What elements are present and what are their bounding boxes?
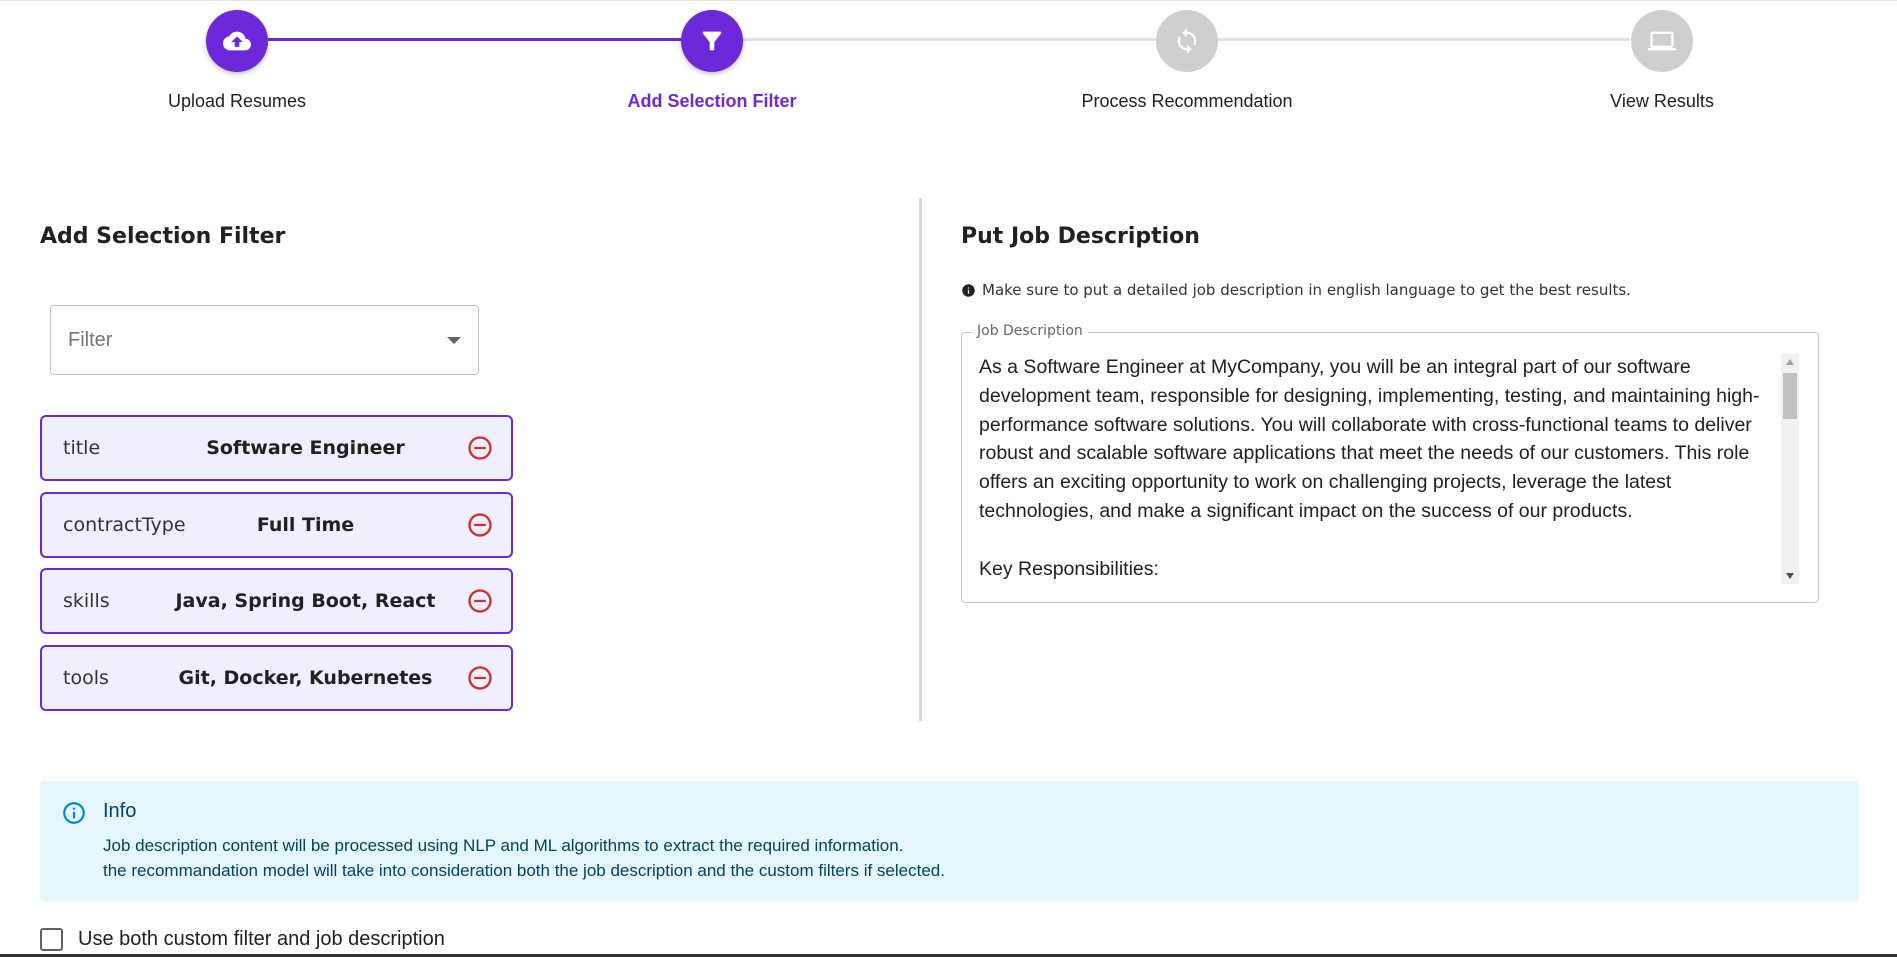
job-description-textarea[interactable]: As a Software Engineer at MyCompany, you… [979, 353, 1779, 593]
filter-chip-skills: skills Java, Spring Boot, React [40, 568, 513, 634]
step-circle-upload [206, 10, 268, 72]
remove-circle-icon[interactable] [449, 570, 511, 632]
step-process-recommendation[interactable]: Process Recommendation [1037, 10, 1337, 112]
use-both-option[interactable]: Use both custom filter and job descripti… [40, 928, 445, 951]
filter-select[interactable]: Filter [50, 305, 479, 375]
panel-divider [919, 198, 922, 721]
step-label-results: View Results [1610, 91, 1714, 111]
use-both-checkbox[interactable] [40, 928, 63, 951]
refresh-icon [1173, 27, 1201, 55]
info-alert-title: Info [103, 800, 137, 822]
filter-chip-key: title [63, 437, 101, 459]
step-label-filter: Add Selection Filter [627, 91, 797, 111]
job-description-title: Put Job Description [961, 224, 1200, 249]
scroll-down-arrow-icon[interactable] [1786, 573, 1794, 579]
job-description-hint: Make sure to put a detailed job descript… [961, 281, 1631, 299]
step-add-selection-filter[interactable]: Add Selection Filter [562, 10, 862, 112]
cloud-upload-icon [223, 27, 251, 55]
filter-section-title: Add Selection Filter [40, 224, 286, 249]
info-alert-line-2: the recommandation model will take into … [103, 861, 945, 880]
job-description-scrollbar[interactable] [1781, 354, 1799, 584]
filter-icon [698, 27, 726, 55]
filter-chip-title: title Software Engineer [40, 415, 513, 481]
step-label-upload: Upload Resumes [167, 91, 307, 111]
hint-text: Make sure to put a detailed job descript… [982, 281, 1631, 299]
filter-chip-tools: tools Git, Docker, Kubernetes [40, 645, 513, 711]
step-upload-resumes[interactable]: Upload Resumes [87, 10, 387, 112]
monitor-icon [1648, 27, 1676, 55]
filter-chip-key: contractType [63, 514, 186, 536]
job-description-label: Job Description [972, 323, 1088, 339]
filter-chip-key: tools [63, 667, 109, 689]
scrollbar-thumb[interactable] [1783, 373, 1797, 419]
filter-chip-contract-type: contractType Full Time [40, 492, 513, 558]
remove-circle-icon[interactable] [449, 647, 511, 709]
filter-chip-key: skills [63, 590, 110, 612]
filter-chip-value: Full Time [256, 514, 355, 536]
info-alert: Info Job description content will be pro… [40, 781, 1859, 901]
filter-chip-value: Java, Spring Boot, React [175, 590, 436, 612]
filter-chip-value: Git, Docker, Kubernetes [178, 667, 433, 689]
filter-select-placeholder: Filter [68, 328, 113, 351]
use-both-label: Use both custom filter and job descripti… [78, 928, 445, 950]
remove-circle-icon[interactable] [449, 494, 511, 556]
step-circle-filter [681, 10, 743, 72]
info-alert-line-1: Job description content will be processe… [103, 836, 904, 855]
chevron-down-icon [447, 336, 461, 344]
step-circle-results [1631, 10, 1693, 72]
job-description-field[interactable]: Job Description As a Software Engineer a… [961, 323, 1819, 603]
scroll-up-arrow-icon[interactable] [1786, 359, 1794, 365]
info-outline-icon [61, 800, 87, 826]
step-circle-process [1156, 10, 1218, 72]
progress-stepper: Upload Resumes Add Selection Filter Proc… [0, 0, 1897, 130]
filter-chip-value: Software Engineer [206, 437, 405, 459]
step-view-results[interactable]: View Results [1512, 10, 1812, 112]
info-filled-icon [961, 283, 982, 298]
remove-circle-icon[interactable] [449, 417, 511, 479]
step-label-process: Process Recommendation [1081, 91, 1293, 111]
